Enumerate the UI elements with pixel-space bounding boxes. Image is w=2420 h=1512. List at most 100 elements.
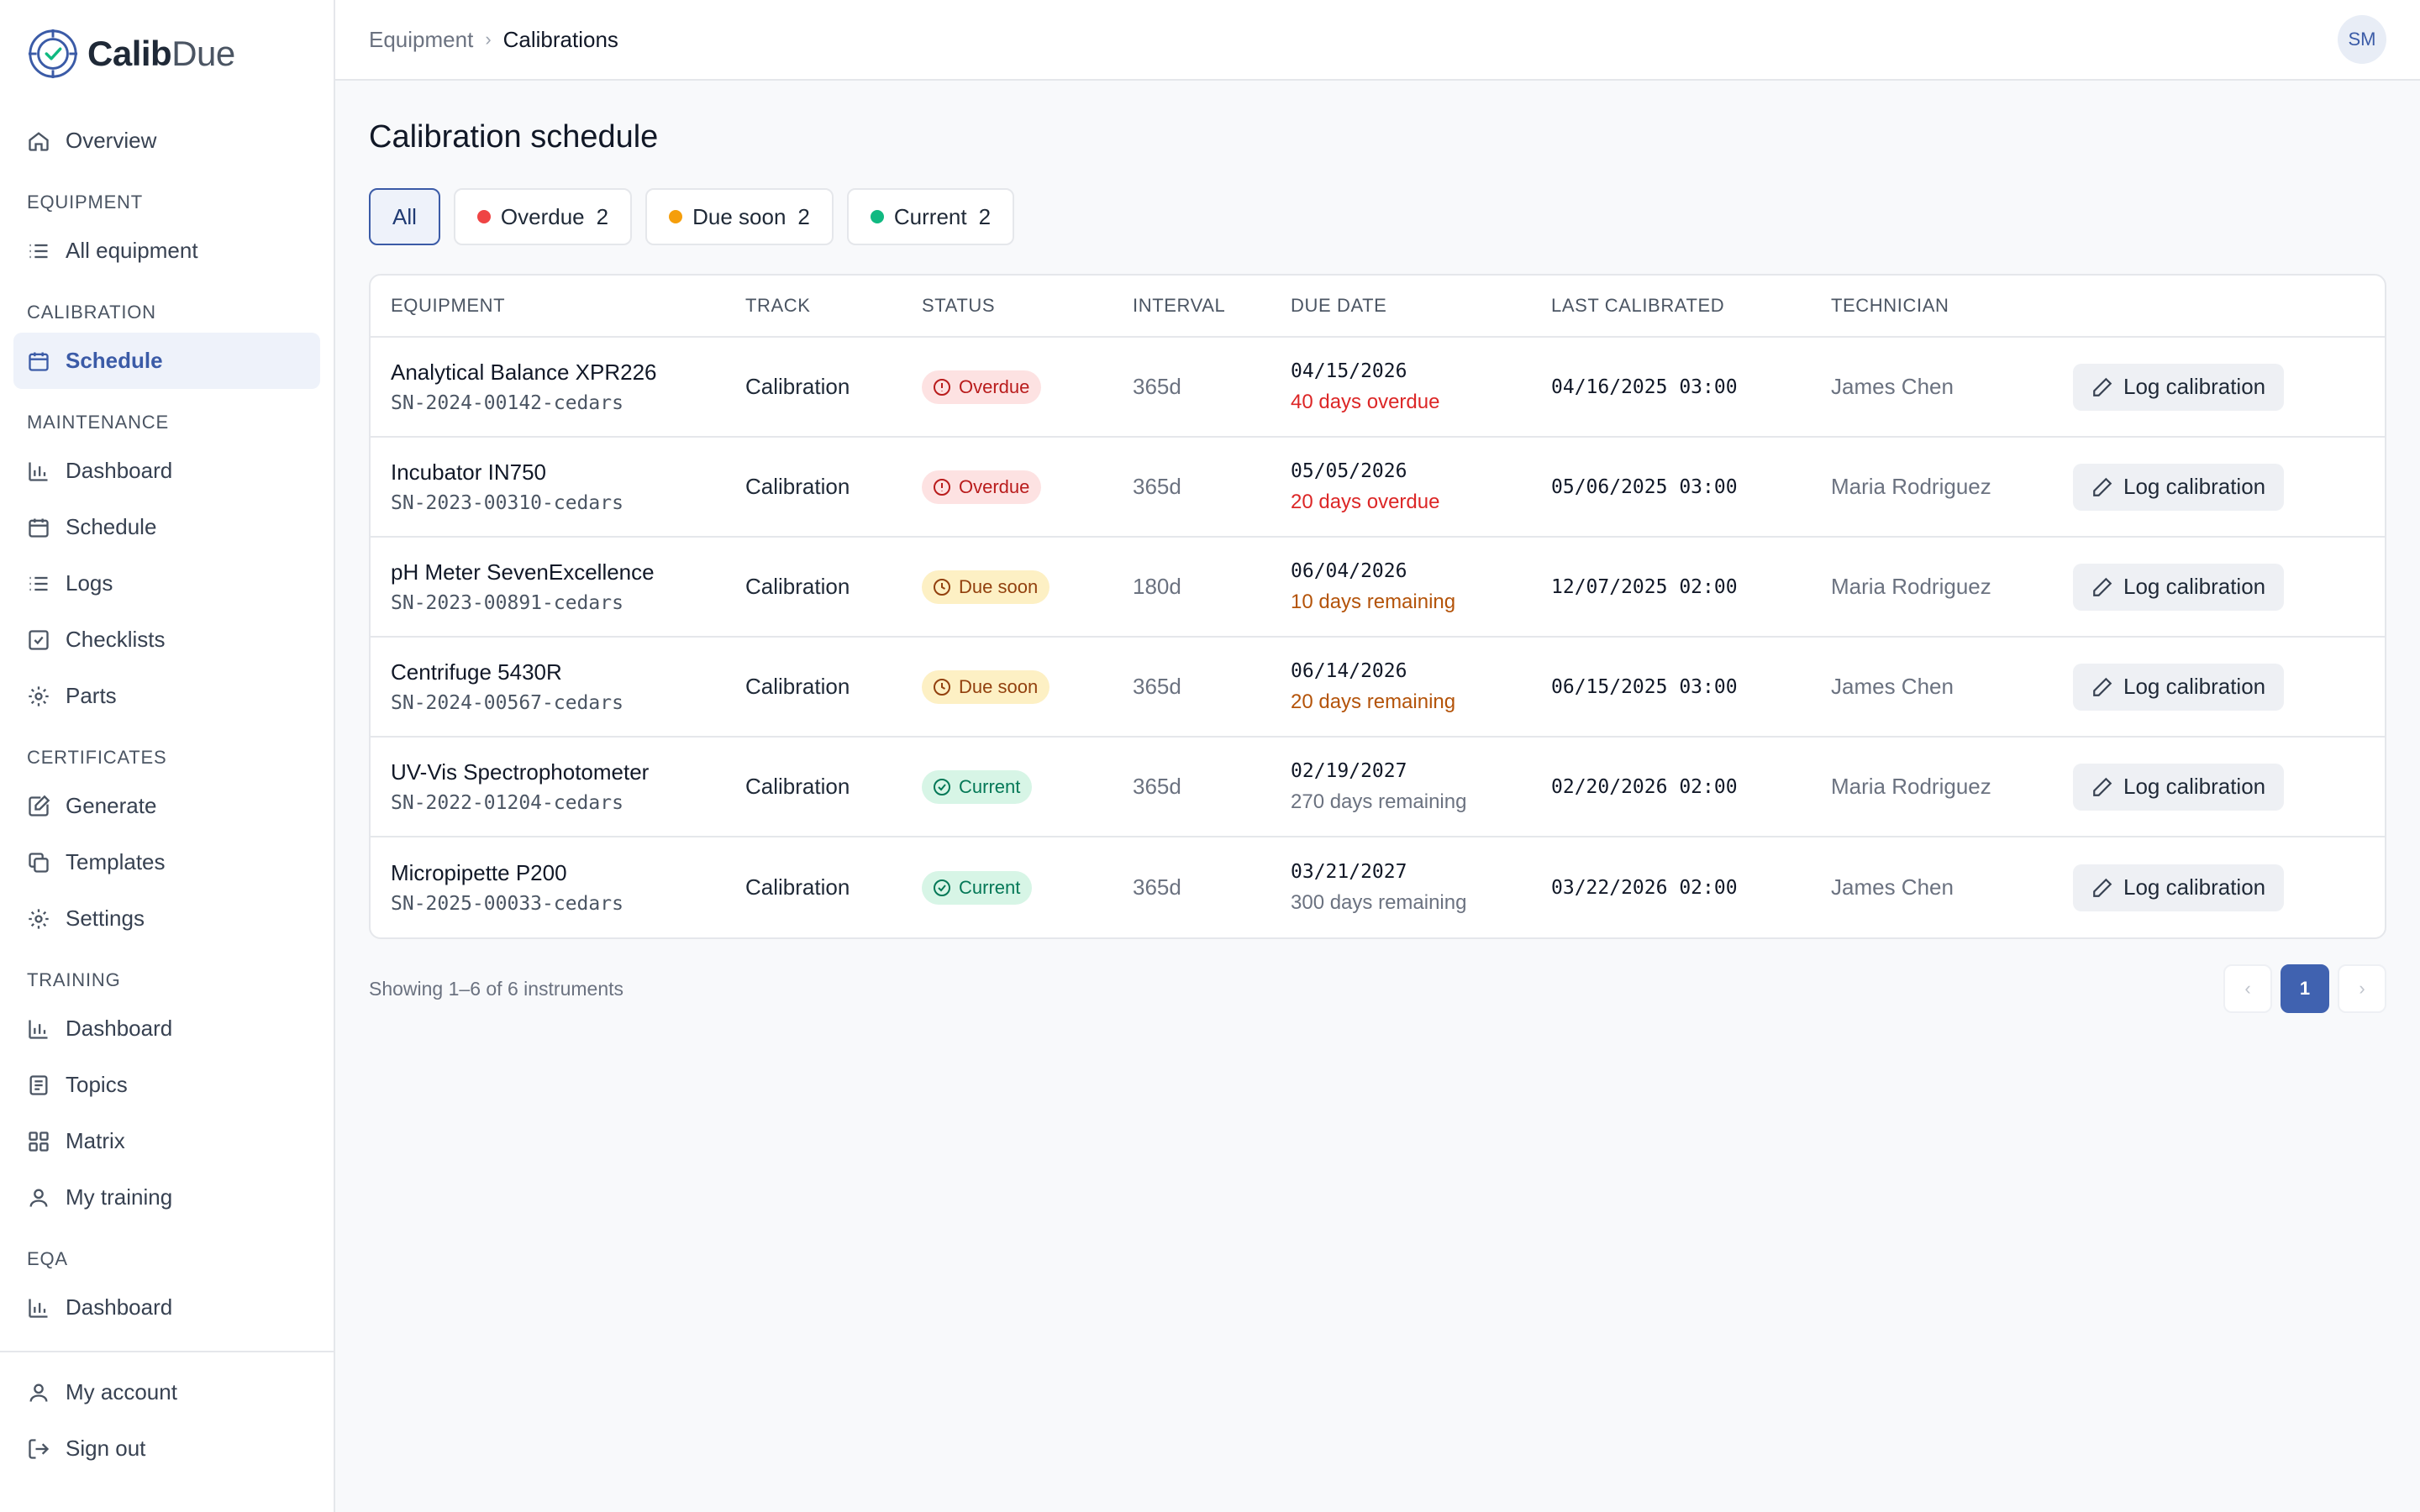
track-cell: Calibration xyxy=(745,374,850,399)
calendar-icon xyxy=(29,518,49,538)
home-icon xyxy=(29,131,49,151)
actions-cell: Log calibration xyxy=(2073,463,2385,511)
log-calibration-button[interactable]: Log calibration xyxy=(2073,363,2285,411)
technician-cell: James Chen xyxy=(1831,874,1954,900)
filter-due-soon[interactable]: Due soon 2 xyxy=(645,188,834,245)
next-page-button[interactable]: › xyxy=(2338,964,2386,1013)
equipment-name[interactable]: UV-Vis Spectrophotometer xyxy=(391,759,745,785)
sidebar-item-maintenance-dashboard[interactable]: Dashboard xyxy=(13,443,320,499)
log-calibration-button[interactable]: Log calibration xyxy=(2073,563,2285,611)
breadcrumb: Equipment › Calibrations xyxy=(369,27,618,53)
table-row[interactable]: Micropipette P200 SN-2025-00033-cedars C… xyxy=(371,837,2385,937)
sidebar-item-label: Schedule xyxy=(66,348,163,373)
equipment-cell: Incubator IN750 SN-2023-00310-cedars xyxy=(371,459,745,514)
log-calibration-button[interactable]: Log calibration xyxy=(2073,463,2285,511)
main-area: Equipment › Calibrations SM Calibration … xyxy=(335,0,2420,1512)
equipment-serial: SN-2025-00033-cedars xyxy=(391,893,623,915)
filter-count: 2 xyxy=(797,203,810,229)
actions-cell: Log calibration xyxy=(2073,763,2385,811)
sidebar-item-label: Dashboard xyxy=(66,1016,173,1041)
prev-page-button[interactable]: ‹ xyxy=(2223,964,2272,1013)
filter-all[interactable]: All xyxy=(369,188,440,245)
due-date: 06/14/2026 xyxy=(1291,659,1407,682)
gear-icon xyxy=(29,908,49,929)
column-header-technician[interactable]: TECHNICIAN xyxy=(1831,295,2073,317)
target-check-icon xyxy=(28,29,78,79)
log-calibration-button[interactable]: Log calibration xyxy=(2073,663,2285,711)
column-header-interval[interactable]: INTERVAL xyxy=(1133,295,1291,317)
sidebar-item-parts[interactable]: Parts xyxy=(13,668,320,724)
brand-logo[interactable]: CalibDue xyxy=(0,0,334,108)
breadcrumb-equipment-link[interactable]: Equipment xyxy=(369,27,473,53)
log-calibration-button[interactable]: Log calibration xyxy=(2073,864,2285,911)
sidebar-item-training-dashboard[interactable]: Dashboard xyxy=(13,1000,320,1057)
column-header-due-date[interactable]: DUE DATE xyxy=(1291,295,1551,317)
technician-cell: James Chen xyxy=(1831,674,1954,699)
table-row[interactable]: UV-Vis Spectrophotometer SN-2022-01204-c… xyxy=(371,738,2385,837)
sidebar-item-calibration-schedule[interactable]: Schedule xyxy=(13,333,320,389)
column-header-track[interactable]: TRACK xyxy=(745,295,922,317)
equipment-cell: Analytical Balance XPR226 SN-2024-00142-… xyxy=(371,360,745,414)
column-header-status[interactable]: STATUS xyxy=(922,295,1133,317)
filter-overdue[interactable]: Overdue 2 xyxy=(453,188,633,245)
sidebar-item-overview[interactable]: Overview xyxy=(13,113,320,169)
sidebar-item-generate[interactable]: Generate xyxy=(13,778,320,834)
sidebar-item-matrix[interactable]: Matrix xyxy=(13,1113,320,1169)
sidebar-item-maintenance-schedule[interactable]: Schedule xyxy=(13,499,320,555)
table-row[interactable]: Analytical Balance XPR226 SN-2024-00142-… xyxy=(371,338,2385,438)
equipment-name[interactable]: Micropipette P200 xyxy=(391,860,745,886)
status-filter-tabs: All Overdue 2 Due soon 2 Current 2 xyxy=(369,188,2386,245)
status-cell: Overdue xyxy=(922,370,1133,404)
due-date-cell: 04/15/2026 40 days overdue xyxy=(1291,360,1551,414)
filter-current[interactable]: Current 2 xyxy=(846,188,1015,245)
sidebar-item-settings[interactable]: Settings xyxy=(13,890,320,947)
sidebar-item-all-equipment[interactable]: All equipment xyxy=(13,223,320,279)
page-title: Calibration schedule xyxy=(369,119,659,155)
sidebar-item-label: Sign out xyxy=(66,1436,146,1461)
green-dot-icon xyxy=(870,210,884,223)
clock-icon xyxy=(934,578,950,596)
grid-icon xyxy=(29,1131,49,1152)
sidebar-item-sign-out[interactable]: Sign out xyxy=(13,1420,320,1477)
equipment-serial: SN-2024-00142-cedars xyxy=(391,392,623,414)
sidebar-item-checklists[interactable]: Checklists xyxy=(13,612,320,668)
equipment-name[interactable]: Analytical Balance XPR226 xyxy=(391,360,745,386)
button-label: Log calibration xyxy=(2123,474,2266,499)
sidebar-item-label: Matrix xyxy=(66,1128,125,1153)
column-header-last-calibrated[interactable]: LAST CALIBRATED xyxy=(1551,295,1831,317)
bar-chart-icon xyxy=(29,1020,48,1039)
technician-cell: Maria Rodriguez xyxy=(1831,774,1991,799)
brand-name-light: Due xyxy=(171,34,235,73)
due-date: 06/04/2026 xyxy=(1291,559,1407,582)
sidebar-item-my-training[interactable]: My training xyxy=(13,1169,320,1226)
status-label: Overdue xyxy=(959,475,1030,497)
edit-document-icon xyxy=(29,795,50,816)
sidebar-item-my-account[interactable]: My account xyxy=(13,1364,320,1420)
logout-icon xyxy=(29,1438,50,1459)
table-row[interactable]: Incubator IN750 SN-2023-00310-cedars Cal… xyxy=(371,438,2385,538)
table-row[interactable]: pH Meter SevenExcellence SN-2023-00891-c… xyxy=(371,538,2385,638)
results-count: Showing 1–6 of 6 instruments xyxy=(369,977,624,1000)
sidebar-item-templates[interactable]: Templates xyxy=(13,834,320,890)
page-1-button[interactable]: 1 xyxy=(2281,964,2329,1013)
sidebar-item-logs[interactable]: Logs xyxy=(13,555,320,612)
table-row[interactable]: Centrifuge 5430R SN-2024-00567-cedars Ca… xyxy=(371,638,2385,738)
sidebar-item-eqa-dashboard[interactable]: Dashboard xyxy=(13,1279,320,1336)
due-note: 300 days remaining xyxy=(1291,890,1467,914)
sidebar-item-label: Schedule xyxy=(66,514,157,539)
sidebar-item-topics[interactable]: Topics xyxy=(13,1057,320,1113)
equipment-name[interactable]: Centrifuge 5430R xyxy=(391,659,745,685)
equipment-name[interactable]: Incubator IN750 xyxy=(391,459,745,486)
column-header-equipment[interactable]: EQUIPMENT xyxy=(371,295,745,317)
gear-icon xyxy=(29,685,49,706)
bar-chart-icon xyxy=(29,462,48,481)
due-date: 03/21/2027 xyxy=(1291,860,1407,883)
last-calibrated-cell: 12/07/2025 02:00 xyxy=(1551,575,1738,598)
equipment-name[interactable]: pH Meter SevenExcellence xyxy=(391,559,745,585)
log-calibration-button[interactable]: Log calibration xyxy=(2073,763,2285,811)
sidebar-item-label: All equipment xyxy=(66,238,198,263)
filter-label: Due soon xyxy=(692,203,786,229)
avatar[interactable]: SM xyxy=(2338,15,2386,64)
status-label: Due soon xyxy=(959,675,1039,697)
sidebar-item-label: Logs xyxy=(66,570,113,596)
